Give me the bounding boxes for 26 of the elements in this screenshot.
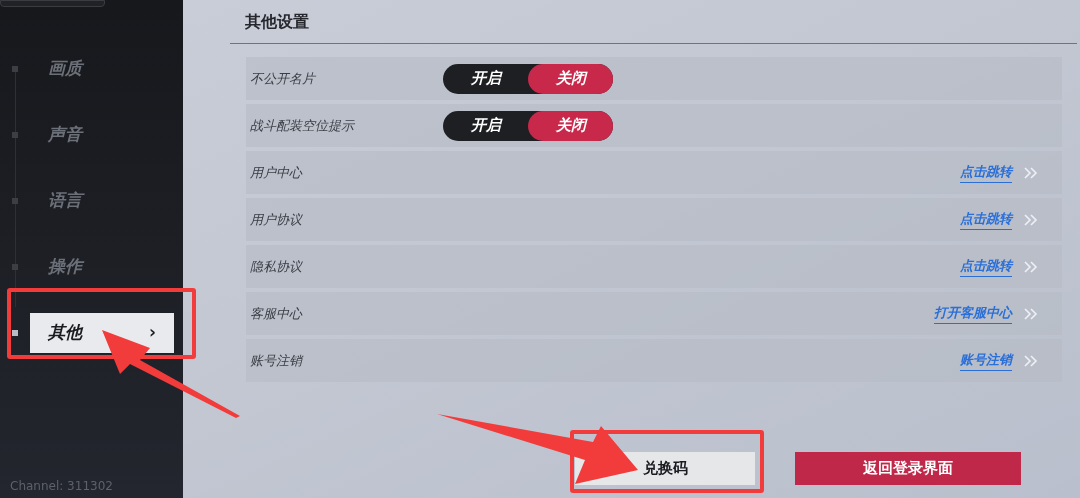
row-label: 战斗配装空位提示 <box>250 116 356 135</box>
row-label: 用户中心 <box>250 163 304 182</box>
row-label: 账号注销 <box>250 351 305 370</box>
row-label: 客服中心 <box>250 304 304 323</box>
toggle-option[interactable]: 开启 <box>443 63 528 94</box>
double-chevron-icon <box>1024 260 1038 273</box>
nav-item[interactable]: 画质 <box>30 49 174 89</box>
return-login-button[interactable]: 返回登录界面 <box>795 452 1021 485</box>
toggle-switch[interactable]: 开启 关闭 <box>443 110 613 141</box>
channel-label: Channel: 311302 <box>10 478 113 495</box>
nav-item[interactable]: 语言 <box>30 181 174 221</box>
double-chevron-icon <box>1024 354 1038 367</box>
row-label: 隐私协议 <box>250 257 304 276</box>
double-chevron-icon <box>1024 213 1038 226</box>
row-label: 用户协议 <box>250 210 304 229</box>
double-chevron-icon <box>1024 166 1038 179</box>
nav-item[interactable]: 其他 › <box>30 313 174 353</box>
nav-item[interactable]: 声音 <box>30 115 174 155</box>
double-chevron-icon <box>1024 307 1038 320</box>
row-label: 不公开名片 <box>250 69 317 88</box>
toggle-option[interactable]: 关闭 <box>528 63 613 94</box>
section-title: 其他设置 <box>245 10 309 33</box>
toggle-option[interactable]: 关闭 <box>528 110 613 141</box>
nav-item[interactable]: 操作 <box>30 247 174 287</box>
toggle-switch[interactable]: 开启 关闭 <box>443 63 613 94</box>
toggle-option[interactable]: 开启 <box>443 110 528 141</box>
